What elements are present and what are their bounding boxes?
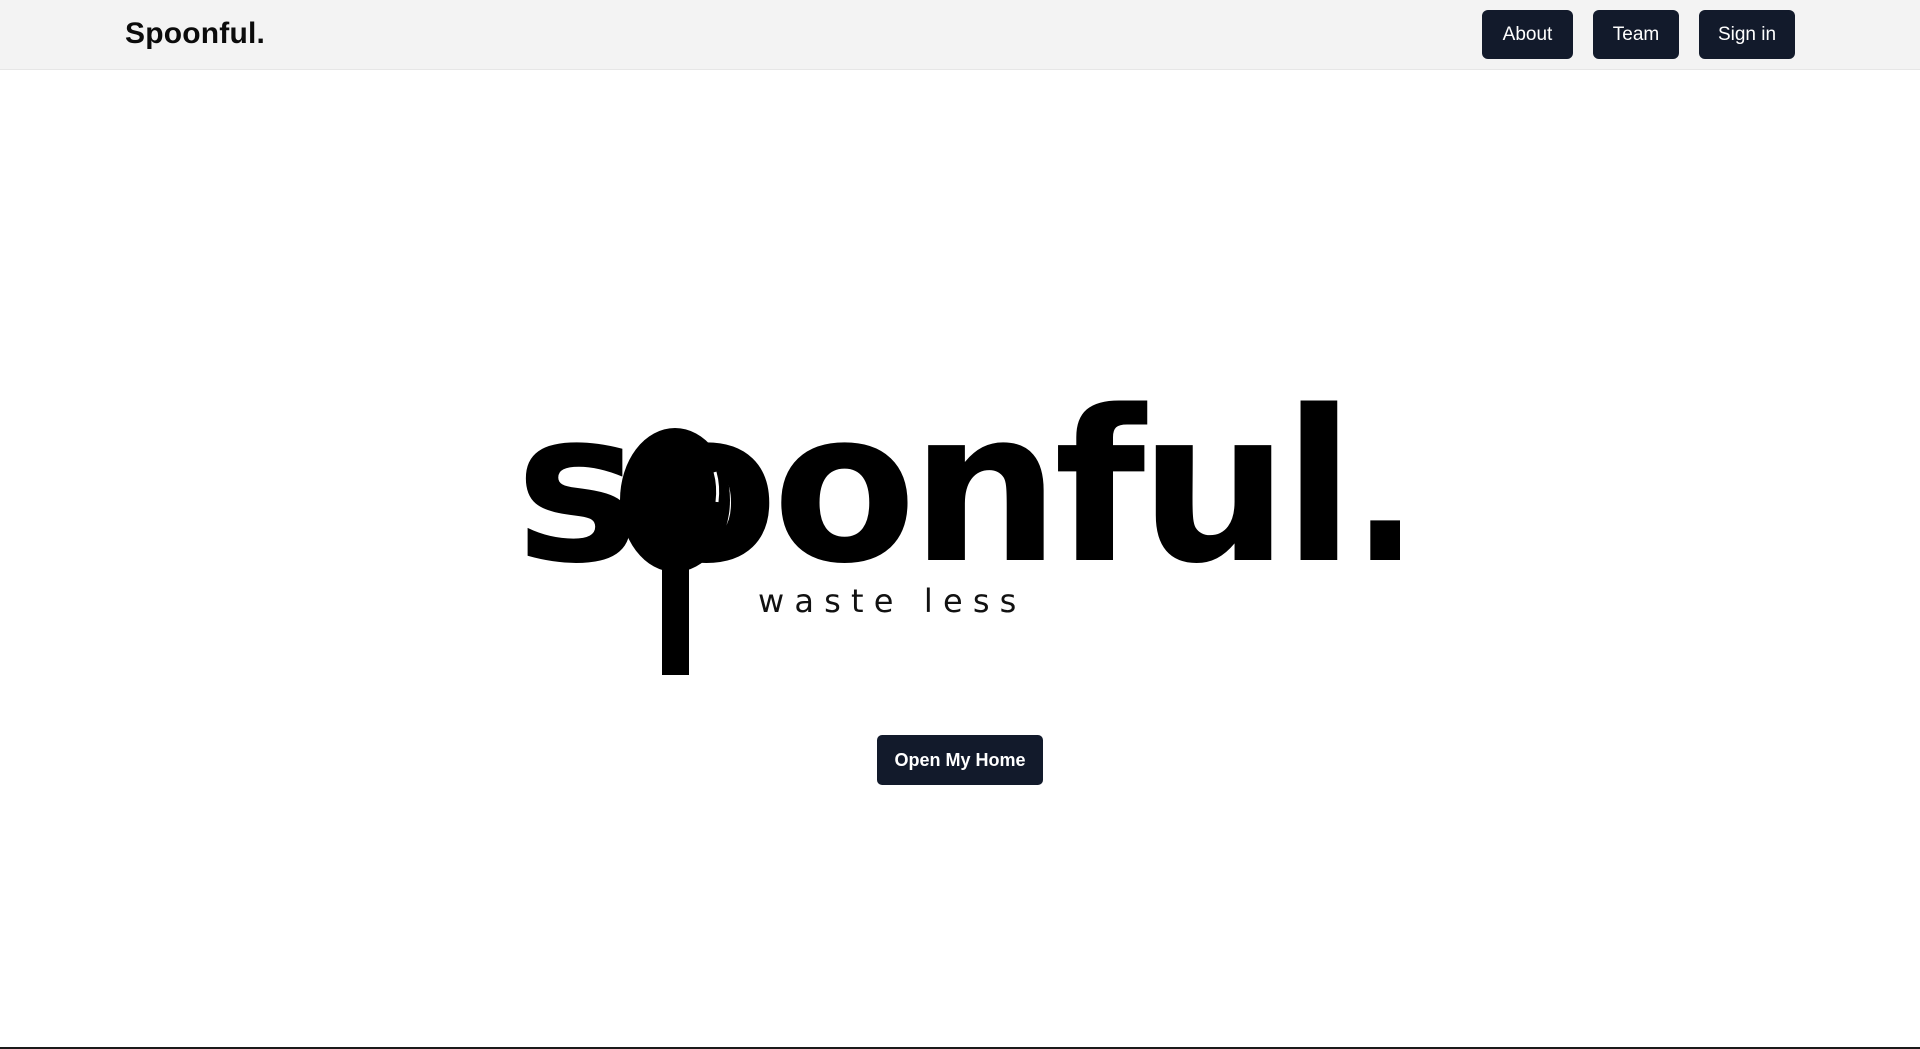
top-navbar: Spoonful. About Team Sign in <box>0 0 1920 70</box>
open-my-home-button[interactable]: Open My Home <box>877 735 1043 785</box>
about-button[interactable]: About <box>1482 10 1573 59</box>
team-button[interactable]: Team <box>1593 10 1679 59</box>
logo-wordmark: soonful. <box>520 365 1400 610</box>
sign-in-button[interactable]: Sign in <box>1699 10 1795 59</box>
logo-graphic: soonful. w a s t e l e s s <box>520 365 1400 675</box>
spoonful-logo: soonful. w a s t e l e s s <box>520 360 1400 680</box>
brand-name[interactable]: Spoonful. <box>125 17 265 51</box>
logo-tagline: w a s t e l e s s <box>758 582 1016 620</box>
